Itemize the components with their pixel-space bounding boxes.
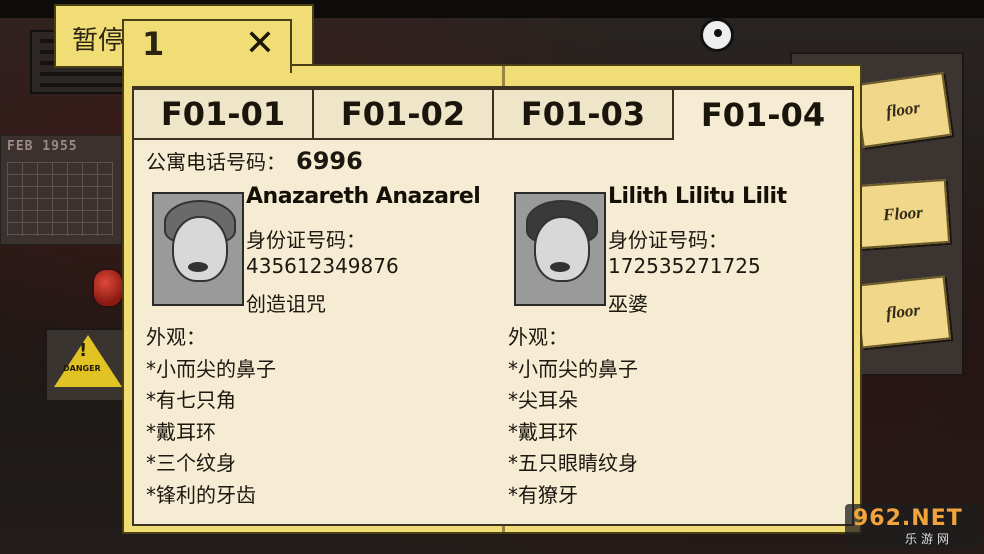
trait-item: *尖耳朵	[508, 388, 578, 412]
resident-1-occupation: 创造诅咒	[246, 292, 326, 316]
apartment-tabs: F01-01 F01-02 F01-03 F01-04	[132, 88, 854, 140]
resident-1-portrait	[152, 192, 244, 306]
trait-item: *有七只角	[146, 388, 236, 412]
resident-2-occupation: 巫婆	[608, 292, 648, 316]
resident-1-name: Anazareth Anazarel	[246, 184, 481, 209]
trait-item: *三个纹身	[146, 451, 236, 475]
trait-item: *有獠牙	[508, 482, 578, 507]
tab-f01-04[interactable]: F01-04	[674, 88, 854, 140]
danger-exclamation-icon: !	[79, 340, 88, 361]
tab-f01-02[interactable]: F01-02	[314, 88, 494, 140]
trait-item: *小而尖的鼻子	[146, 356, 276, 381]
tab-f01-01[interactable]: F01-01	[132, 88, 314, 140]
trait-item: *戴耳环	[508, 419, 578, 444]
danger-sign-icon	[54, 335, 122, 387]
resident-1-id-label: 身份证号码：	[246, 228, 366, 252]
close-icon[interactable]: ✕	[236, 21, 284, 65]
phone-label: 公寓电话号码：	[146, 150, 286, 174]
watermark-subtitle: 乐游网	[905, 532, 954, 546]
folder-number: 1	[142, 25, 165, 63]
trait-item: *锋利的牙齿	[146, 482, 256, 507]
appearance-label: 外观：	[508, 325, 568, 349]
calendar-header: FEB 1955	[7, 139, 78, 154]
eyeball-icon	[700, 18, 734, 52]
resident-2-name: Lilith Lilitu Lilit	[608, 184, 787, 209]
portrait-face	[172, 216, 228, 282]
folder-tab: 1 ✕	[122, 19, 292, 73]
resident-2-id-label: 身份证号码：	[608, 228, 728, 252]
portrait-face	[534, 216, 590, 282]
floor-card-2: Floor	[855, 178, 951, 250]
portrait-mouth	[550, 262, 570, 272]
resident-2-id-number: 172535271725	[608, 254, 761, 278]
apartment-phone: 公寓电话号码： 6996	[146, 146, 363, 175]
site-watermark: 962.NET 乐游网	[845, 504, 979, 548]
watermark-logo: 962.NET	[853, 506, 963, 531]
calendar-grid	[7, 162, 113, 236]
resident-1-id-number: 435612349876	[246, 254, 399, 278]
resident-2-appearance: 外观： *小而尖的鼻子 *尖耳朵 *戴耳环 *五只眼睛纹身 *有獠牙	[508, 322, 638, 511]
wall-calendar: FEB 1955	[0, 135, 122, 245]
appearance-label: 外观：	[146, 325, 206, 349]
floor-card-3: floor	[854, 275, 952, 349]
portrait-mouth	[188, 262, 208, 272]
danger-label: DANGER	[63, 364, 101, 373]
resident-1-appearance: 外观： *小而尖的鼻子 *有七只角 *戴耳环 *三个纹身 *锋利的牙齿	[146, 322, 276, 511]
trait-item: *五只眼睛纹身	[508, 451, 638, 475]
floor-card-1: floor	[853, 72, 953, 148]
resident-2-portrait	[514, 192, 606, 306]
pause-label: 暂停	[72, 26, 125, 56]
phone-value: 6996	[296, 147, 363, 175]
trait-item: *戴耳环	[146, 419, 216, 444]
trait-item: *小而尖的鼻子	[508, 356, 638, 381]
tab-f01-03[interactable]: F01-03	[494, 88, 674, 140]
red-alarm-button	[92, 268, 124, 308]
